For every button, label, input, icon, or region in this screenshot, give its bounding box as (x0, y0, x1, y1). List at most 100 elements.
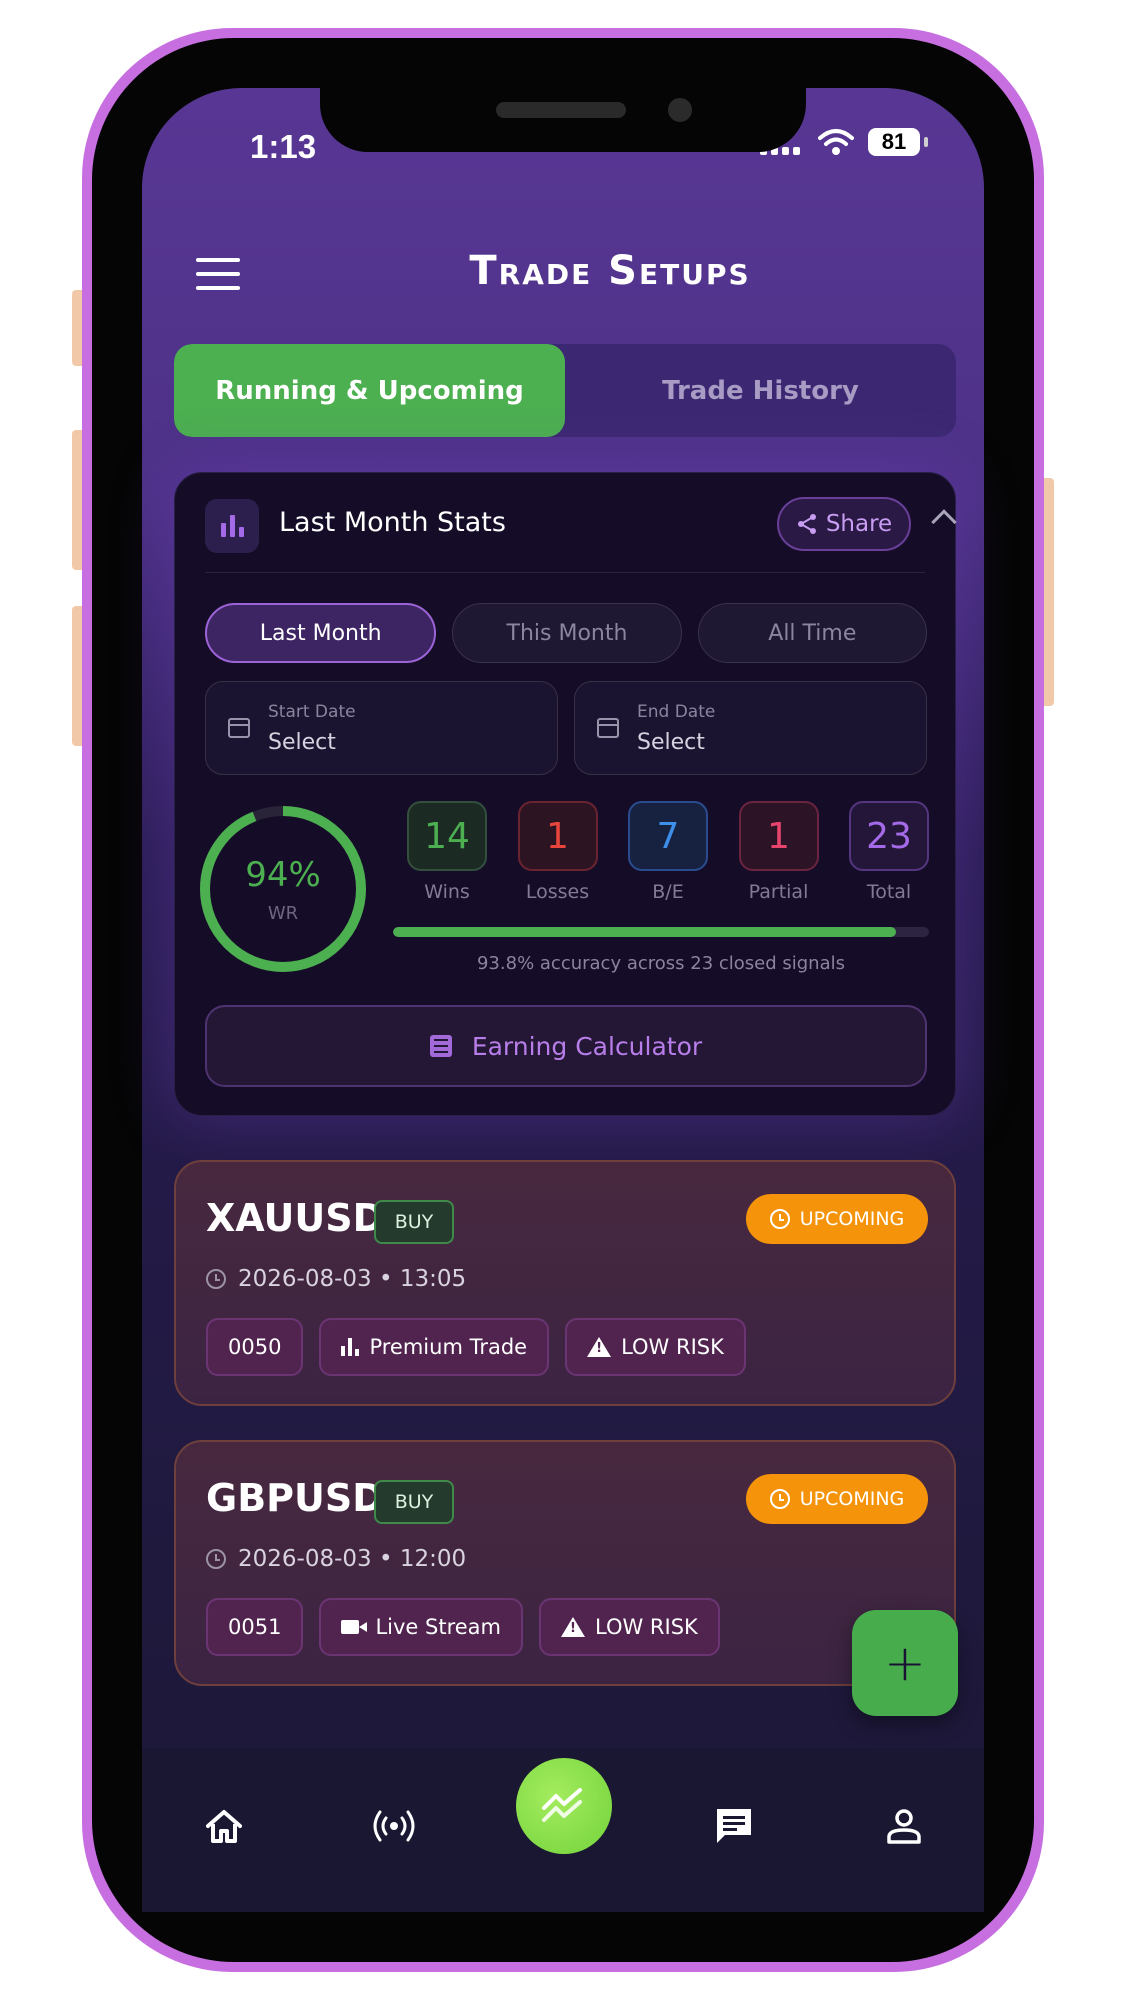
trade-card[interactable]: XAUUSD BUY UPCOMING 2026-08-03 • 13:05 0… (174, 1160, 956, 1406)
trade-type-tag: Live Stream (319, 1598, 523, 1656)
notch (320, 88, 806, 152)
trade-tags: 0051 Live Stream LOW RISK (206, 1598, 720, 1656)
accuracy-text: 93.8% accuracy across 23 closed signals (476, 953, 845, 974)
warning-icon (561, 1617, 585, 1637)
speaker (496, 102, 626, 118)
trade-type-tag: Premium Trade (319, 1318, 550, 1376)
calendar-icon (597, 718, 619, 738)
period-last-month[interactable]: Last Month (205, 603, 437, 663)
result-counts: 14 Wins 1 Losses 7 B/E 1 Partial 23 Tota… (401, 801, 935, 903)
start-date-label: Start Date (268, 702, 356, 722)
count-total-value: 23 (849, 801, 929, 871)
nav-broadcast-icon[interactable] (364, 1796, 424, 1856)
win-rate-label: WR (267, 903, 299, 924)
period-all-time[interactable]: All Time (697, 603, 927, 663)
trade-card[interactable]: GBPUSD BUY UPCOMING 2026-08-03 • 12:00 0… (174, 1440, 956, 1686)
trade-side-badge: BUY (374, 1200, 454, 1244)
calendar-icon (228, 718, 250, 738)
chevron-up-icon[interactable] (931, 509, 957, 535)
count-losses-label: Losses (525, 881, 590, 903)
nav-signals-icon[interactable] (516, 1758, 612, 1854)
tab-running-upcoming[interactable]: Running & Upcoming (174, 344, 565, 437)
count-total-label: Total (866, 881, 912, 903)
accuracy-bar (393, 927, 929, 937)
trade-id-tag: 0050 (206, 1318, 304, 1376)
battery-icon: 81 (868, 128, 920, 156)
trade-tags: 0050 Premium Trade LOW RISK (206, 1318, 746, 1376)
end-date-label: End Date (637, 702, 716, 722)
menu-icon[interactable] (196, 258, 240, 290)
share-button[interactable]: Share (777, 497, 911, 551)
calculator-icon (429, 1035, 452, 1057)
count-total: 23 Total (843, 801, 935, 903)
trade-status-badge: UPCOMING (746, 1194, 928, 1244)
stats-header: Last Month Stats Share (205, 497, 957, 573)
trade-risk-tag: LOW RISK (565, 1318, 746, 1376)
clock-icon (206, 1549, 226, 1569)
count-losses: 1 Losses (512, 801, 604, 903)
stats-card: Last Month Stats Share Last Month This M… (174, 472, 957, 1116)
clock-icon (769, 1209, 790, 1229)
wifi-icon (818, 129, 854, 155)
start-date-field[interactable]: Start Date Select (205, 681, 558, 775)
stats-title: Last Month Stats (279, 507, 506, 538)
date-range: Start Date Select End Date Select (205, 681, 927, 775)
end-date-value: Select (637, 730, 705, 755)
bar-chart-icon (205, 499, 259, 553)
status-time: 1:13 (250, 128, 317, 165)
trade-risk-tag: LOW RISK (539, 1598, 720, 1656)
trade-risk-label: LOW RISK (595, 1615, 698, 1639)
count-breakeven: 7 B/E (622, 801, 714, 903)
bar-chart-icon (341, 1338, 360, 1356)
nav-profile-icon[interactable] (874, 1796, 934, 1856)
trade-id-label: 0050 (228, 1335, 282, 1359)
video-icon (341, 1620, 368, 1634)
trade-side-badge: BUY (374, 1480, 454, 1524)
share-label: Share (825, 511, 893, 537)
share-icon (797, 514, 816, 534)
win-rate-ring: 94% WR (197, 803, 369, 975)
tab-trade-history[interactable]: Trade History (565, 344, 956, 437)
period-this-month[interactable]: This Month (452, 603, 682, 663)
warning-icon (587, 1337, 612, 1357)
win-rate-value: 94% (245, 855, 321, 895)
count-wins-value: 14 (407, 801, 487, 871)
trade-status-label: UPCOMING (799, 1488, 905, 1510)
trade-datetime-text: 2026-08-03 • 12:00 (238, 1546, 467, 1572)
clock-icon (769, 1489, 790, 1509)
trade-pair: GBPUSD (206, 1476, 384, 1520)
start-date-value: Select (268, 730, 336, 755)
earning-calculator-label: Earning Calculator (471, 1031, 703, 1061)
trade-risk-label: LOW RISK (621, 1335, 724, 1359)
page-title: Trade Setups (469, 248, 751, 294)
trade-id-label: 0051 (228, 1615, 282, 1639)
period-selector: Last Month This Month All Time (205, 603, 927, 663)
count-wins: 14 Wins (401, 801, 493, 903)
count-losses-value: 1 (517, 801, 598, 871)
count-breakeven-value: 7 (628, 801, 708, 871)
accuracy-bar-fill (393, 927, 896, 937)
trade-status-badge: UPCOMING (746, 1474, 928, 1524)
trade-status-label: UPCOMING (799, 1208, 905, 1230)
earning-calculator-button[interactable]: Earning Calculator (205, 1005, 927, 1087)
trade-id-tag: 0051 (206, 1598, 304, 1656)
count-partial: 1 Partial (733, 801, 825, 903)
trade-pair: XAUUSD (206, 1196, 385, 1240)
clock-icon (206, 1269, 226, 1289)
nav-home-icon[interactable] (194, 1796, 254, 1856)
trade-type-label: Live Stream (375, 1615, 501, 1639)
nav-chat-icon[interactable] (704, 1796, 764, 1856)
tab-bar: Running & Upcoming Trade History (174, 344, 956, 437)
trade-datetime: 2026-08-03 • 13:05 (206, 1266, 466, 1292)
bottom-nav (142, 1748, 984, 1912)
count-breakeven-label: B/E (652, 881, 684, 903)
count-partial-value: 1 (738, 801, 819, 871)
add-trade-button[interactable]: + (852, 1610, 958, 1716)
end-date-field[interactable]: End Date Select (574, 681, 927, 775)
front-camera (668, 98, 692, 122)
trade-type-label: Premium Trade (369, 1335, 528, 1359)
count-partial-label: Partial (748, 881, 809, 903)
battery-nub (924, 137, 928, 147)
trade-datetime-text: 2026-08-03 • 13:05 (238, 1266, 467, 1292)
trade-datetime: 2026-08-03 • 12:00 (206, 1546, 466, 1572)
